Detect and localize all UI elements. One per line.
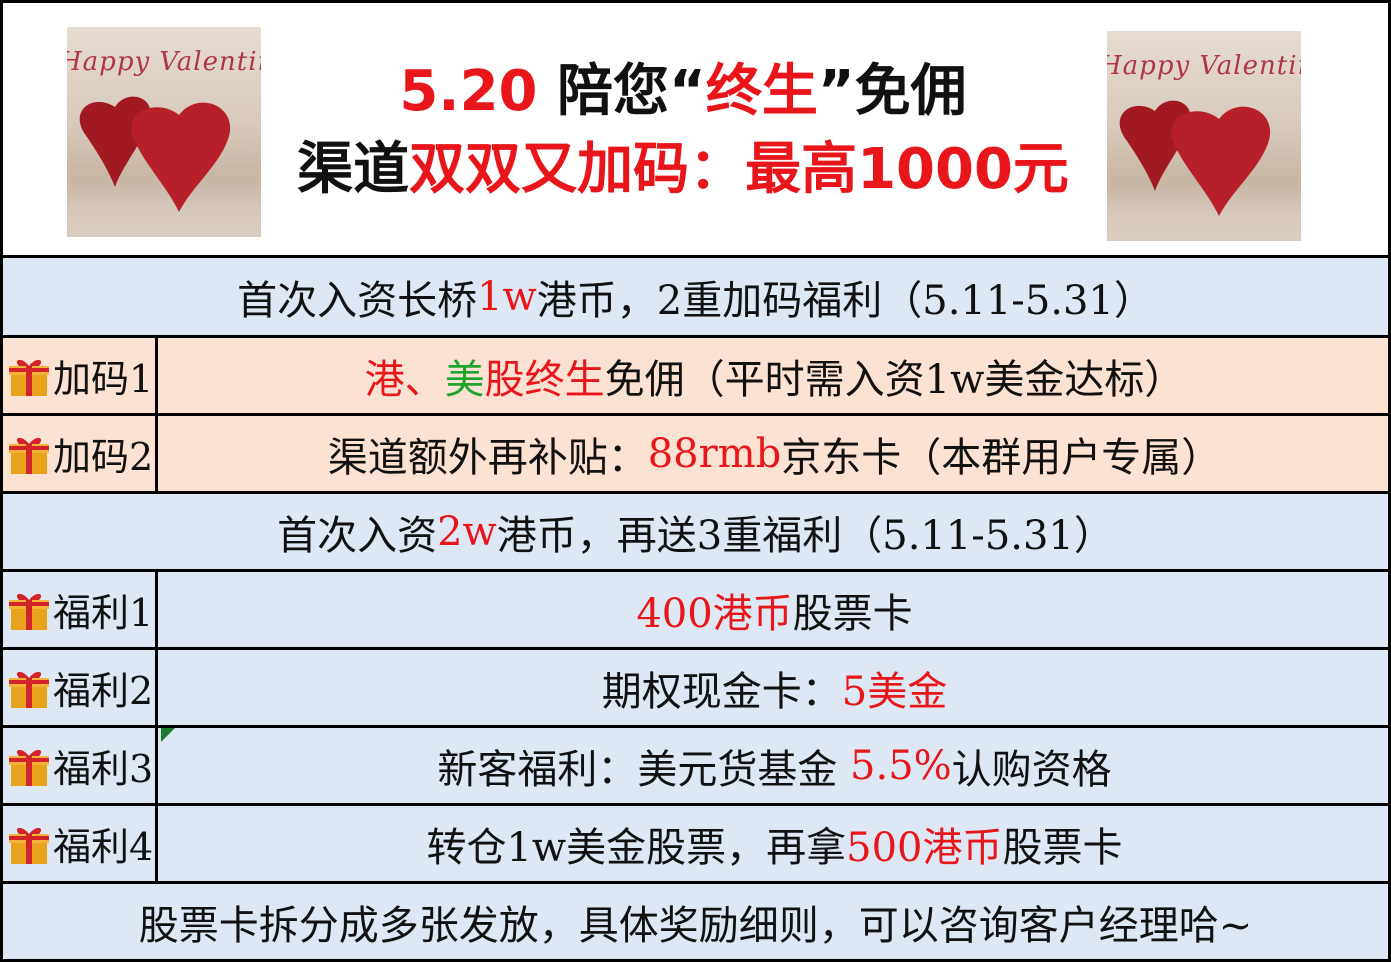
welfare3-rate: 5.5% — [850, 742, 952, 789]
gift-icon — [9, 437, 49, 474]
section1-text-a: 首次入资长桥 — [237, 277, 478, 324]
welfare1-label: 福利1 — [53, 591, 154, 635]
headline-line-2: 渠道双双又加码：最高1000元 — [273, 135, 1093, 205]
bonus2-text-c: 京东卡（本群用户专属） — [781, 434, 1222, 481]
welfare3-text-a: 新客福利：美元货基金 — [437, 746, 851, 793]
footer-note-row: 股票卡拆分成多张发放，具体奖励细则，可以咨询客户经理哈~ — [0, 884, 1391, 962]
welfare4-label: 福利4 — [53, 825, 154, 869]
bonus-row-2: 加码2 渠道额外再补贴： 88rmb 京东卡（本群用户专属） — [0, 416, 1391, 494]
section1-text-c: 港币，2重加码福利（5.11-5.31） — [536, 277, 1154, 324]
valentine-image-right: Happy Valentine — [1107, 31, 1301, 241]
welfare1-amount: 400港币 — [636, 590, 793, 637]
headline2-text-a: 渠道 — [297, 137, 410, 202]
welfare1-text: 股票卡 — [792, 590, 913, 637]
bonus1-hk: 港 — [364, 356, 405, 403]
headline2-highlight: 双双又加码：最高1000元 — [409, 137, 1069, 202]
welfare2-amount: 5美金 — [841, 668, 948, 715]
headline-highlight: 终生 — [705, 59, 818, 124]
gift-icon — [9, 827, 49, 864]
welfare-row-2: 福利2 期权现金卡： 5美金 — [0, 650, 1391, 728]
welfare2-label: 福利2 — [53, 669, 154, 713]
gift-icon — [9, 749, 49, 786]
section-header-2: 首次入资 2w 港币，再送3重福利（5.11-5.31） — [0, 494, 1391, 572]
headline-date: 5.20 — [399, 59, 538, 124]
gift-icon — [9, 671, 49, 708]
heart-icon — [67, 96, 261, 237]
section1-amount: 1w — [477, 273, 537, 320]
promo-sheet: Happy Valentine 5.20 陪您“终生”免佣 渠道双双又加码：最高… — [0, 0, 1391, 962]
heart-icon — [1107, 100, 1301, 241]
bonus-row-1: 加码1 港、美股终生 免佣（平时需入资1w美金达标） — [0, 338, 1391, 416]
welfare-row-4: 福利4 转仓1w美金股票，再拿 500港币 股票卡 — [0, 806, 1391, 884]
bonus2-amount: 88rmb — [647, 430, 782, 477]
welfare4-text-c: 股票卡 — [1002, 824, 1123, 871]
headline-line-1: 5.20 陪您“终生”免佣 — [273, 57, 1093, 127]
bonus1-label: 加码1 — [53, 357, 154, 401]
bonus2-label: 加码2 — [53, 435, 154, 479]
welfare4-amount: 500港币 — [846, 824, 1003, 871]
bonus1-lifetime: 股终生 — [484, 356, 605, 403]
footer-note: 股票卡拆分成多张发放，具体奖励细则，可以咨询客户经理哈~ — [138, 902, 1253, 949]
bonus1-rest: 免佣（平时需入资1w美金达标） — [604, 356, 1185, 403]
welfare3-text-c: 认购资格 — [951, 746, 1112, 793]
welfare4-text-a: 转仓1w美金股票，再拿 — [426, 824, 847, 871]
headline-text-c: ”免佣 — [817, 59, 967, 124]
bonus1-us: 美 — [444, 356, 485, 403]
welfare-row-1: 福利1 400港币 股票卡 — [0, 572, 1391, 650]
valentine-image-left: Happy Valentine — [67, 27, 261, 237]
bonus1-sep: 、 — [404, 356, 445, 403]
bonus2-text-a: 渠道额外再补贴： — [327, 434, 648, 481]
section2-text-a: 首次入资 — [277, 512, 438, 559]
section-header-1: 首次入资长桥 1w 港币，2重加码福利（5.11-5.31） — [0, 258, 1391, 338]
gift-icon — [9, 593, 49, 630]
headline-text-a: 陪您“ — [557, 59, 706, 124]
gift-icon — [9, 359, 49, 396]
section2-text-c: 港币，再送3重福利（5.11-5.31） — [496, 512, 1114, 559]
banner: Happy Valentine 5.20 陪您“终生”免佣 渠道双双又加码：最高… — [0, 0, 1391, 258]
welfare3-label: 福利3 — [53, 747, 154, 791]
section2-amount: 2w — [437, 508, 497, 555]
welfare-row-3: 福利3 新客福利：美元货基金 5.5% 认购资格 — [0, 728, 1391, 806]
welfare2-text: 期权现金卡： — [601, 668, 842, 715]
